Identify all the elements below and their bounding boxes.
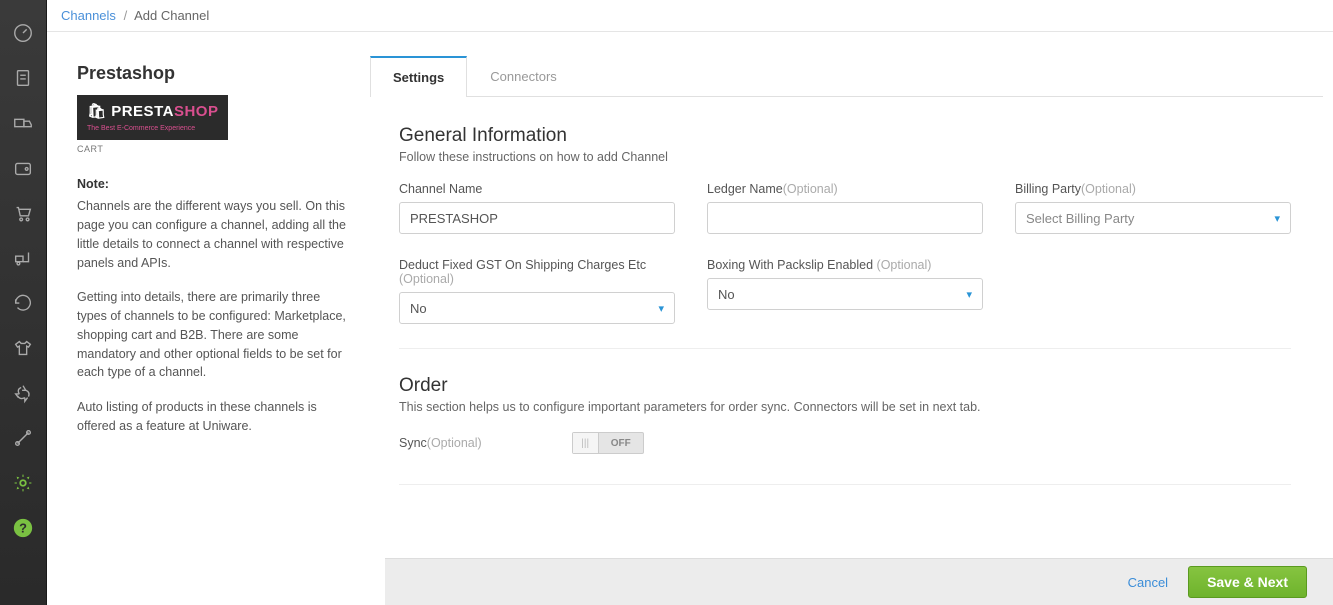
breadcrumb-current: Add Channel	[134, 8, 209, 23]
field-billing-party: Billing Party(Optional) Select Billing P…	[1015, 182, 1291, 234]
chevron-down-icon: ▾	[1274, 212, 1280, 225]
nav-dashboard[interactable]	[0, 10, 46, 55]
ledger-name-label: Ledger Name(Optional)	[707, 182, 983, 196]
note-p3: Auto listing of products in these channe…	[77, 398, 349, 436]
prestashop-logo: 🛍 PRESTASHOP The Best E-Commerce Experie…	[77, 95, 228, 140]
gear-icon	[12, 472, 34, 494]
refresh-icon	[12, 292, 34, 314]
billing-party-label: Billing Party(Optional)	[1015, 182, 1291, 196]
spacer-field	[1015, 258, 1291, 324]
note-label: Note:	[77, 175, 349, 194]
help-icon: ?	[12, 517, 34, 539]
breadcrumb-sep: /	[124, 8, 128, 23]
toggle-off-label: OFF	[599, 438, 643, 449]
nav-inventory[interactable]	[0, 235, 46, 280]
billing-party-select[interactable]: Select Billing Party ▾	[1015, 202, 1291, 234]
ledger-name-input[interactable]	[707, 202, 983, 234]
general-heading: General Information	[399, 125, 1291, 147]
nav-reports[interactable]	[0, 55, 46, 100]
tab-settings[interactable]: Settings	[370, 56, 467, 97]
chevron-down-icon: ▾	[658, 302, 664, 315]
section-divider	[399, 484, 1291, 485]
chevron-down-icon: ▾	[966, 288, 972, 301]
channel-title: Prestashop	[77, 60, 349, 87]
general-section-header: General Information Follow these instruc…	[399, 125, 1291, 164]
main-panel: Channels / Add Channel Prestashop 🛍 PRES…	[47, 0, 1333, 605]
deduct-gst-label: Deduct Fixed GST On Shipping Charges Etc…	[399, 258, 675, 286]
form-column: Settings Connectors General Information …	[367, 32, 1333, 605]
boxing-select[interactable]: No ▾	[707, 278, 983, 310]
form-scroll: General Information Follow these instruc…	[367, 97, 1323, 605]
field-boxing-packslip: Boxing With Packslip Enabled (Optional) …	[707, 258, 983, 324]
nav-recycle[interactable]	[0, 370, 46, 415]
tshirt-icon	[12, 337, 34, 359]
deduct-gst-select[interactable]: No ▾	[399, 292, 675, 324]
cart-label: CART	[77, 143, 349, 157]
field-channel-name: Channel Name	[399, 182, 675, 234]
nav-wallet[interactable]	[0, 145, 46, 190]
nav-shipping[interactable]	[0, 100, 46, 145]
breadcrumb-channels-link[interactable]: Channels	[61, 8, 116, 23]
channel-name-input[interactable]	[399, 202, 675, 234]
svg-text:?: ?	[19, 520, 27, 535]
cancel-button[interactable]: Cancel	[1128, 575, 1168, 590]
note-p1: Channels are the different ways you sell…	[77, 197, 349, 272]
breadcrumb: Channels / Add Channel	[47, 0, 1333, 32]
forklift-icon	[12, 247, 34, 269]
nav-settings[interactable]	[0, 460, 46, 505]
tools-icon	[12, 427, 34, 449]
order-heading: Order	[399, 375, 1291, 397]
boxing-label: Boxing With Packslip Enabled (Optional)	[707, 258, 983, 272]
section-divider	[399, 348, 1291, 349]
note-p2: Getting into details, there are primaril…	[77, 288, 349, 382]
content-row: Prestashop 🛍 PRESTASHOP The Best E-Comme…	[47, 32, 1333, 605]
field-ledger-name: Ledger Name(Optional)	[707, 182, 983, 234]
nav-tools[interactable]	[0, 415, 46, 460]
tab-connectors[interactable]: Connectors	[467, 56, 579, 97]
document-icon	[12, 67, 34, 89]
tabs: Settings Connectors	[370, 56, 1323, 97]
sync-toggle[interactable]: ||| OFF	[572, 432, 644, 454]
order-subtext: This section helps us to configure impor…	[399, 400, 1291, 414]
save-next-button[interactable]: Save & Next	[1188, 566, 1307, 598]
info-column: Prestashop 🛍 PRESTASHOP The Best E-Comme…	[47, 32, 367, 605]
sync-label: Sync(Optional)	[399, 436, 482, 450]
app-root: ? Channels / Add Channel Prestashop 🛍 PR…	[0, 0, 1333, 605]
channel-name-label: Channel Name	[399, 182, 675, 196]
recycle-icon	[12, 382, 34, 404]
nav-help[interactable]: ?	[0, 505, 46, 550]
nav-history[interactable]	[0, 280, 46, 325]
toggle-handle-icon: |||	[573, 433, 599, 453]
icon-sidebar: ?	[0, 0, 47, 605]
truck-icon	[12, 112, 34, 134]
nav-products[interactable]	[0, 325, 46, 370]
nav-cart[interactable]	[0, 190, 46, 235]
footer-bar: Cancel Save & Next	[385, 558, 1333, 605]
gauge-icon	[12, 22, 34, 44]
general-subtext: Follow these instructions on how to add …	[399, 150, 1291, 164]
wallet-icon	[12, 157, 34, 179]
cart-icon	[12, 202, 34, 224]
order-section-header: Order This section helps us to configure…	[399, 375, 1291, 414]
field-deduct-gst: Deduct Fixed GST On Shipping Charges Etc…	[399, 258, 675, 324]
